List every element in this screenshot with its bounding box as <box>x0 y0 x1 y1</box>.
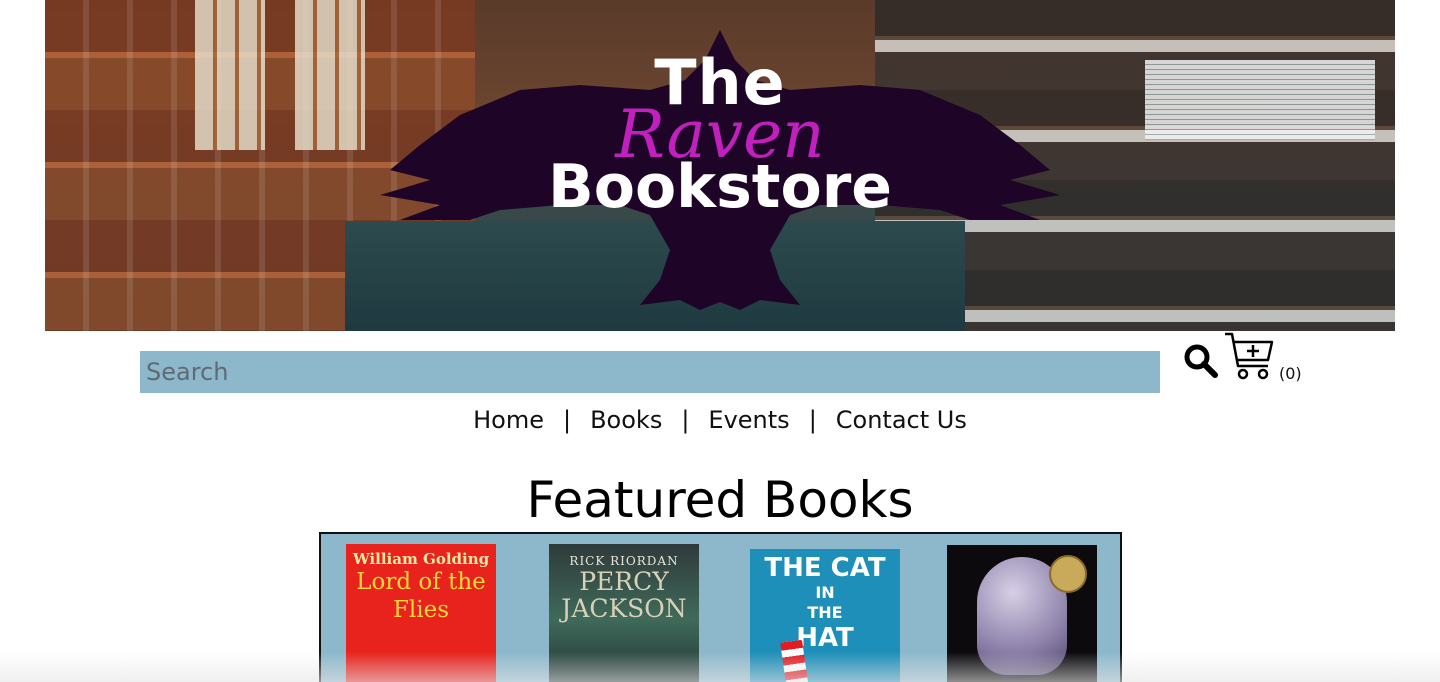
nav-separator: | <box>808 406 817 434</box>
book-cover-percy-jackson[interactable]: RICK RIORDAN PERCY JACKSON <box>549 544 699 682</box>
shopping-cart-add-icon[interactable] <box>1222 330 1276 384</box>
nav-separator: | <box>681 406 690 434</box>
book-author: RICK RIORDAN <box>569 554 679 568</box>
nav-events[interactable]: Events <box>708 406 789 434</box>
book-title-line: HAT <box>796 623 854 653</box>
nav-contact-us[interactable]: Contact Us <box>836 406 967 434</box>
book-title: Lord of the Flies <box>356 569 486 623</box>
book-title-line: THE CAT <box>764 553 886 583</box>
book-title: PERCY JACKSON <box>561 567 687 623</box>
featured-books-heading: Featured Books <box>526 471 914 529</box>
search-icon[interactable] <box>1183 343 1219 379</box>
book-author: William Golding <box>352 550 490 568</box>
search-input[interactable] <box>140 351 1160 393</box>
main-nav: Home | Books | Events | Contact Us <box>0 406 1440 434</box>
nav-home[interactable]: Home <box>473 406 544 434</box>
logo-bookstore-text: Bookstore <box>548 152 892 222</box>
book-cover-lord-of-the-flies[interactable]: William Golding Lord of the Flies <box>346 544 496 682</box>
book-cover-purple-hood[interactable] <box>947 545 1097 682</box>
featured-books-panel: William Golding Lord of the Flies RICK R… <box>319 532 1122 682</box>
book-title-line: IN <box>815 583 835 602</box>
book-title-line: THE <box>807 603 843 622</box>
cart-count[interactable]: (0) <box>1279 364 1302 383</box>
book-title: THE CAT IN THE HAT <box>750 553 900 653</box>
hero-banner: The Raven Bookstore <box>45 0 1395 331</box>
award-medal-icon <box>1049 555 1087 593</box>
nav-separator: | <box>563 406 572 434</box>
book-cover-cat-in-the-hat[interactable]: THE CAT IN THE HAT <box>750 549 900 682</box>
page: The Raven Bookstore (0) Home | Books | Event… <box>0 0 1440 682</box>
nav-books[interactable]: Books <box>590 406 662 434</box>
